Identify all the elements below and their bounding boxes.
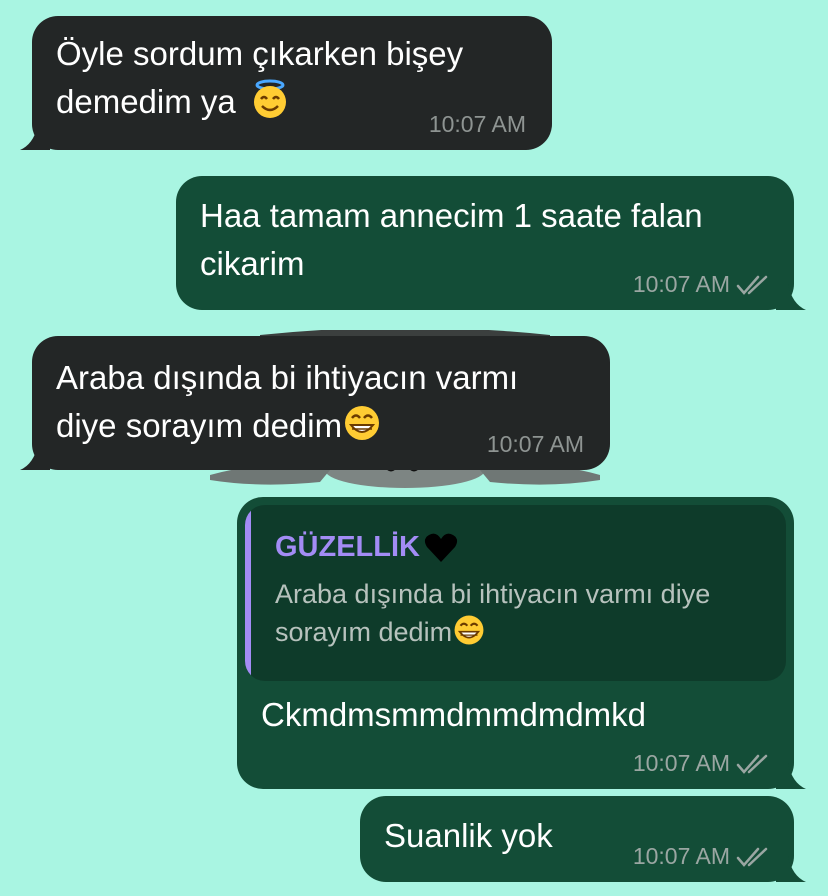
quote-sender-name: GÜZELLİK: [275, 531, 420, 563]
message-text: Suanlik yok: [384, 817, 553, 854]
double-check-icon: [736, 847, 768, 867]
bubble-tail: [20, 124, 50, 150]
message-time: 10:07 AM: [428, 111, 526, 137]
quote-accent-bar: [245, 505, 251, 681]
smiling-face-with-halo-icon: [253, 79, 286, 118]
quote-text: Araba dışında bi ihtiyacın varmı diye so…: [275, 579, 711, 647]
quoted-message[interactable]: GÜZELLİK Araba dışında bi ihtiyacın varm…: [245, 505, 786, 681]
message-text: Öyle sordum çıkarken bişey demedim ya: [56, 35, 464, 120]
bubble-tail: [776, 284, 806, 310]
black-heart-icon: [424, 533, 458, 562]
message-text: Haa tamam annecim 1 saate falan cikarim: [200, 197, 703, 282]
message-time: 10:07 AM: [632, 271, 730, 297]
message-meta: 10:07 AM: [633, 271, 770, 298]
bubble-tail: [776, 763, 806, 789]
bubble-tail: [20, 444, 50, 470]
message-meta: 10:07 AM: [487, 431, 584, 458]
message-text: Araba dışında bi ihtiyacın varmı diye so…: [56, 359, 519, 444]
message-meta: 10:07 AM: [429, 111, 526, 138]
quote-sender: GÜZELLİK: [275, 531, 458, 564]
bubble-tail: [776, 856, 806, 882]
message-meta: 10:07 AM: [633, 843, 770, 870]
message-text: Ckmdmsmmdmmdmdmkd: [261, 696, 647, 733]
message-time: 10:07 AM: [486, 431, 584, 457]
message-bubble-outgoing[interactable]: Haa tamam annecim 1 saate falan cikarim …: [176, 176, 806, 310]
message-bubble-incoming[interactable]: Öyle sordum çıkarken bişey demedim ya 10…: [20, 16, 552, 150]
message-bubble-incoming[interactable]: Araba dışında bi ihtiyacın varmı diye so…: [20, 336, 610, 470]
grinning-face-with-smiling-eyes-icon: [345, 406, 380, 440]
message-time: 10:07 AM: [632, 843, 730, 869]
message-meta: 10:07 AM: [633, 750, 770, 777]
double-check-icon: [736, 754, 768, 774]
double-check-icon: [736, 275, 768, 295]
message-bubble-outgoing[interactable]: Suanlik yok 10:07 AM: [360, 796, 806, 882]
grinning-face-with-smiling-eyes-icon: [454, 615, 484, 645]
message-time: 10:07 AM: [632, 750, 730, 776]
message-bubble-outgoing-reply[interactable]: GÜZELLİK Araba dışında bi ihtiyacın varm…: [237, 497, 806, 789]
